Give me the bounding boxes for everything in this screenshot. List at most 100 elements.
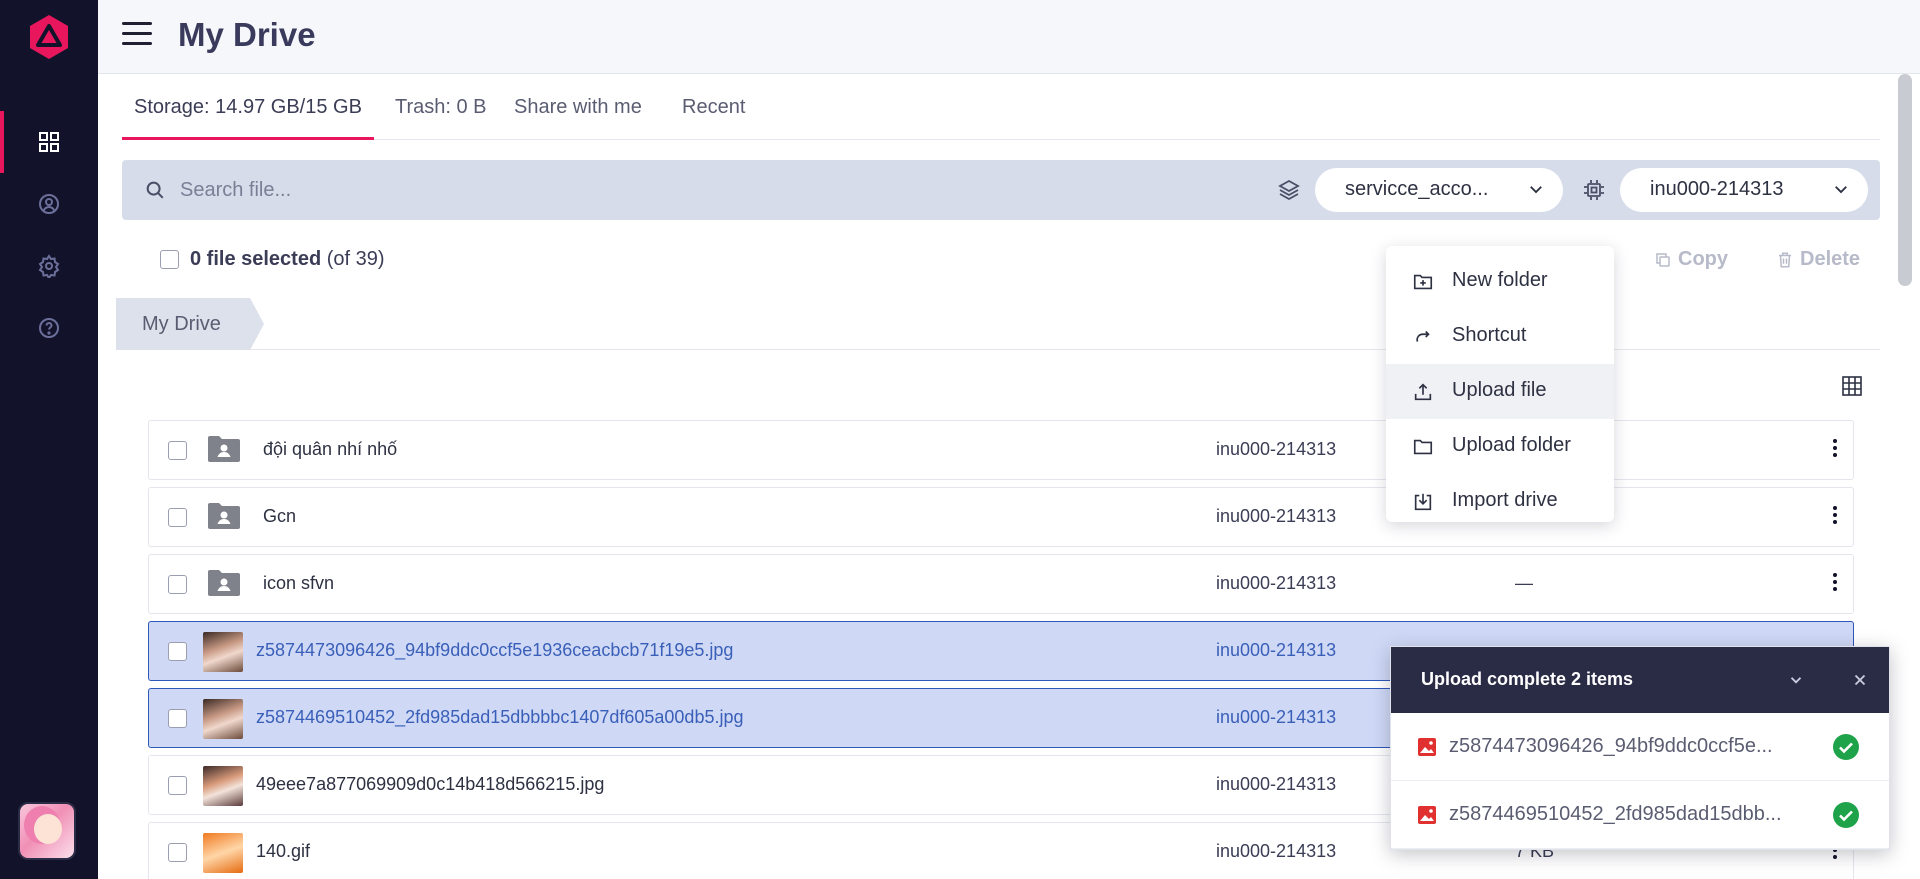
sidebar-item-account[interactable] xyxy=(0,173,98,235)
shared-folder-icon xyxy=(208,436,240,462)
breadcrumb-my-drive[interactable]: My Drive xyxy=(116,298,264,350)
image-file-icon xyxy=(1418,738,1436,756)
file-name: 140.gif xyxy=(256,841,311,861)
menu-item-upload-file[interactable]: Upload file xyxy=(1386,364,1614,419)
delete-button[interactable]: Delete xyxy=(1776,248,1860,271)
menu-item-label: Import drive xyxy=(1452,489,1558,511)
more-options-icon[interactable] xyxy=(1831,573,1839,595)
image-file-icon xyxy=(1418,806,1436,824)
drive-tabs: Storage: 14.97 GB/15 GB Trash: 0 B Share… xyxy=(122,82,1880,140)
search-input[interactable] xyxy=(180,174,780,206)
row-checkbox[interactable] xyxy=(168,441,187,460)
sidebar-item-help[interactable] xyxy=(0,297,98,359)
menu-item-label: New folder xyxy=(1452,269,1548,291)
row-checkbox[interactable] xyxy=(168,642,187,661)
shared-folder-icon xyxy=(208,570,240,596)
row-checkbox[interactable] xyxy=(168,575,187,594)
user-circle-icon xyxy=(39,194,59,214)
account-select[interactable]: servicce_acco... xyxy=(1315,168,1563,212)
menu-item-shortcut[interactable]: Shortcut xyxy=(1386,309,1614,364)
top-header: My Drive xyxy=(98,0,1920,74)
shared-folder-icon xyxy=(208,503,240,529)
close-icon[interactable] xyxy=(1851,671,1869,689)
tab-trash[interactable]: Trash: 0 B xyxy=(395,96,487,140)
upload-item[interactable]: z5874473096426_94bf9ddc0ccf5e... xyxy=(1391,713,1889,781)
collapse-chevron-icon[interactable] xyxy=(1787,671,1805,689)
chevron-down-icon xyxy=(1530,186,1542,194)
tab-storage[interactable]: Storage: 14.97 GB/15 GB xyxy=(122,96,374,140)
check-circle-icon xyxy=(1833,734,1859,760)
upload-item[interactable]: z5874469510452_2fd985dad15dbb... xyxy=(1391,781,1889,849)
menu-item-new-folder[interactable]: New folder xyxy=(1386,254,1614,309)
copy-button[interactable]: Copy xyxy=(1654,248,1728,271)
chevron-down-icon xyxy=(1835,186,1847,194)
file-owner: inu000-214313 xyxy=(1216,573,1337,593)
user-avatar[interactable] xyxy=(18,802,76,860)
file-owner: inu000-214313 xyxy=(1216,774,1337,794)
file-owner: inu000-214313 xyxy=(1216,439,1337,459)
tab-share-with-me[interactable]: Share with me xyxy=(514,96,642,140)
sidebar-item-settings[interactable] xyxy=(0,235,98,297)
menu-item-upload-folder[interactable]: Upload folder xyxy=(1386,419,1614,474)
layers-icon[interactable] xyxy=(1277,178,1301,202)
selection-total: (of 39) xyxy=(326,248,385,270)
more-options-icon[interactable] xyxy=(1831,439,1839,461)
shortcut-arrow-icon xyxy=(1416,330,1430,342)
drive-select[interactable]: inu000-214313 xyxy=(1620,168,1868,212)
trash-icon xyxy=(1779,252,1791,267)
vertical-scrollbar[interactable] xyxy=(1898,74,1912,286)
drive-select-value: inu000-214313 xyxy=(1650,178,1784,200)
file-name: z5874473096426_94bf9ddc0ccf5e1936ceacbcb… xyxy=(256,640,734,660)
tab-recent[interactable]: Recent xyxy=(682,96,745,140)
file-owner: inu000-214313 xyxy=(1216,707,1337,727)
upload-file-name: z5874473096426_94bf9ddc0ccf5e... xyxy=(1449,735,1773,757)
grid-icon xyxy=(39,132,59,152)
menu-item-label: Shortcut xyxy=(1452,324,1527,346)
upload-status-panel: Upload complete 2 items z5874473096426_9… xyxy=(1390,646,1890,850)
image-thumbnail xyxy=(203,766,243,806)
image-thumbnail xyxy=(203,632,243,672)
menu-item-label: Upload folder xyxy=(1452,434,1571,456)
account-select-value: servicce_acco... xyxy=(1345,178,1489,200)
select-all-checkbox[interactable] xyxy=(160,250,179,269)
folder-icon xyxy=(1413,439,1433,455)
menu-toggle-icon[interactable] xyxy=(122,22,152,48)
image-thumbnail xyxy=(203,833,243,873)
folder-plus-icon xyxy=(1413,274,1433,290)
menu-item-import-drive[interactable]: Import drive xyxy=(1386,474,1614,529)
file-name: icon sfvn xyxy=(263,573,335,593)
copy-icon xyxy=(1656,252,1670,267)
row-checkbox[interactable] xyxy=(168,709,187,728)
row-checkbox[interactable] xyxy=(168,776,187,795)
copy-label: Copy xyxy=(1678,248,1728,270)
file-owner: inu000-214313 xyxy=(1216,841,1337,861)
upload-file-name: z5874469510452_2fd985dad15dbb... xyxy=(1449,803,1782,825)
menu-item-label: Upload file xyxy=(1452,379,1547,401)
upload-panel-title: Upload complete 2 items xyxy=(1421,669,1634,689)
grid-view-icon[interactable] xyxy=(1842,376,1862,396)
file-name: z5874469510452_2fd985dad15dbbbbc1407df60… xyxy=(256,707,744,727)
file-owner: inu000-214313 xyxy=(1216,506,1337,526)
search-toolbar: servicce_acco... inu000-214313 xyxy=(122,160,1880,220)
file-name: Gcn xyxy=(263,506,297,526)
page-title: My Drive xyxy=(178,16,316,53)
help-icon xyxy=(39,318,59,338)
row-checkbox[interactable] xyxy=(168,843,187,862)
check-circle-icon xyxy=(1833,802,1859,828)
image-thumbnail xyxy=(203,699,243,739)
upload-panel-header: Upload complete 2 items xyxy=(1391,647,1889,713)
gear-icon xyxy=(38,254,60,278)
breadcrumb: My Drive xyxy=(116,298,1880,350)
table-row[interactable]: icon sfvn inu000-214313 — xyxy=(148,554,1854,614)
file-name: 49eee7a877069909d0c14b418d566215.jpg xyxy=(256,774,605,794)
selection-count: 0 file selected xyxy=(190,248,322,270)
sidebar-item-dashboard[interactable] xyxy=(0,111,98,173)
import-icon xyxy=(1414,493,1432,511)
more-options-icon[interactable] xyxy=(1831,506,1839,528)
delete-label: Delete xyxy=(1800,248,1861,270)
row-checkbox[interactable] xyxy=(168,508,187,527)
file-name: đội quân nhí nhố xyxy=(263,439,398,459)
sidebar xyxy=(0,0,98,879)
chip-icon[interactable] xyxy=(1582,178,1606,202)
app-logo-icon[interactable] xyxy=(26,14,72,60)
